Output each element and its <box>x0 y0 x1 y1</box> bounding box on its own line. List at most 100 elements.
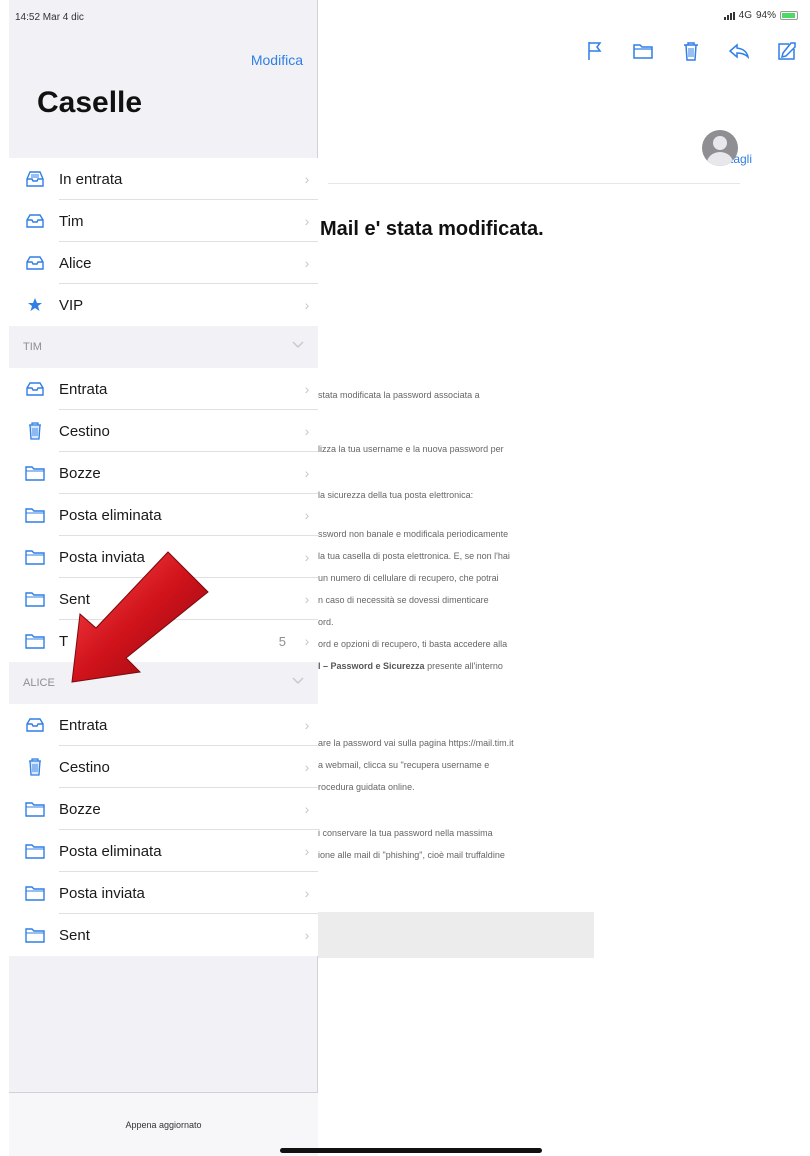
mail-body-line: un numero di cellulare di recupero, che … <box>318 567 594 589</box>
sidebar-item-label: Entrata <box>59 380 108 398</box>
mail-body-text: la sicurezza della tua posta elettronica… <box>318 490 474 500</box>
mail-body-line: are la password vai sulla pagina https:/… <box>318 732 594 754</box>
edit-button[interactable]: Modifica <box>251 52 303 68</box>
chevron-right-icon: › <box>304 507 310 523</box>
sidebar-item-label: Posta inviata <box>59 548 145 566</box>
chevron-right-icon: › <box>304 465 310 481</box>
home-indicator[interactable] <box>280 1148 542 1153</box>
mail-body-line: i conservare la tua password nella massi… <box>318 822 594 844</box>
sidebar-item-label: Entrata <box>59 716 108 734</box>
reply-icon[interactable] <box>728 40 750 62</box>
sidebar-item-label: Bozze <box>59 464 101 482</box>
mail-body-text: un numero di cellulare di recupero, che … <box>318 573 499 583</box>
folder-icon[interactable] <box>632 40 654 62</box>
trash-icon <box>9 422 59 440</box>
mail-body-text: presente all'interno <box>424 661 503 671</box>
mail-body-text: stata modificata la password associata a <box>318 390 480 400</box>
sidebar-item-vip[interactable]: VIP › <box>9 284 318 326</box>
mail-body-text: rocedura guidata online. <box>318 782 415 792</box>
mail-footer-box <box>318 912 594 958</box>
chevron-right-icon: › <box>304 759 310 775</box>
accounts-list: TIM Entrata › Cestino › Bozze › Posta eliminata… <box>9 326 318 956</box>
folder-icon <box>9 633 59 649</box>
sidebar-item-label: Alice <box>59 254 92 272</box>
mail-body-line: stata modificata la password associata a <box>318 384 594 406</box>
sidebar-item-label: Cestino <box>59 422 110 440</box>
mail-body-text: are la password vai sulla pagina https:/… <box>318 738 514 748</box>
sidebar-item-tim-posta-eliminata[interactable]: Posta eliminata › <box>9 494 318 536</box>
folder-icon <box>9 549 59 565</box>
mail-body-text: ione alle mail di "phishing", cioè mail … <box>318 850 505 860</box>
tray-icon <box>9 256 59 270</box>
chevron-right-icon: › <box>304 633 310 649</box>
sidebar-item-in-entrata[interactable]: In entrata › <box>9 158 318 200</box>
star-icon <box>9 298 59 312</box>
battery-icon <box>780 11 798 20</box>
status-bar-right: 4G 94% <box>723 10 798 21</box>
sidebar-item-tim-sent[interactable]: Sent › <box>9 578 318 620</box>
section-title: ALICE <box>23 677 55 689</box>
sidebar-item-tim-posta-inviata[interactable]: Posta inviata › <box>9 536 318 578</box>
sender-row <box>328 128 740 184</box>
sidebar-item-alice-posta-inviata[interactable]: Posta inviata › <box>9 872 318 914</box>
sidebar-item-label: Sent <box>59 926 90 944</box>
sidebar-item-tim-t[interactable]: T 5 › <box>9 620 318 662</box>
chevron-right-icon: › <box>304 171 310 187</box>
sidebar-item-alice[interactable]: Alice › <box>9 242 318 284</box>
page-title: Caselle <box>37 86 143 119</box>
mail-body-paragraph: la sicurezza della tua posta elettronica… <box>318 484 594 506</box>
sidebar-item-tim-entrata[interactable]: Entrata › <box>9 368 318 410</box>
mail-body-text: ord e opzioni di recupero, ti basta acce… <box>318 639 508 649</box>
sidebar-item-alice-cestino[interactable]: Cestino › <box>9 746 318 788</box>
sidebar-item-alice-bozze[interactable]: Bozze › <box>9 788 318 830</box>
folder-icon <box>9 507 59 523</box>
section-title: TIM <box>23 341 42 353</box>
mail-body-text: la tua casella di posta elettronica. E, … <box>318 551 510 561</box>
sidebar-item-alice-entrata[interactable]: Entrata › <box>9 704 318 746</box>
mail-body-paragraph: are la password vai sulla pagina https:/… <box>318 732 594 798</box>
mail-body-text: lizza la tua username e la nuova passwor… <box>318 444 504 454</box>
chevron-down-icon[interactable] <box>292 340 304 352</box>
mailboxes-sidebar: 14:52 Mar 4 dic Modifica Caselle In entr… <box>9 0 318 1156</box>
mail-body-paragraph: ssword non banale e modificala periodica… <box>318 523 594 677</box>
mail-body-paragraph: lizza la tua username e la nuova passwor… <box>318 438 594 460</box>
chevron-right-icon: › <box>304 255 310 271</box>
trash-icon[interactable] <box>680 40 702 62</box>
chevron-right-icon: › <box>304 423 310 439</box>
mail-body-line: ord e opzioni di recupero, ti basta acce… <box>318 633 594 655</box>
sidebar-item-tim[interactable]: Tim › <box>9 200 318 242</box>
compose-icon[interactable] <box>776 40 798 62</box>
mail-body-line: n caso di necessità se dovessi dimentica… <box>318 589 594 611</box>
folder-icon <box>9 801 59 817</box>
status-time: 14:52 Mar 4 dic <box>15 12 84 23</box>
sidebar-item-tim-bozze[interactable]: Bozze › <box>9 452 318 494</box>
mail-body-text: ssword non banale e modificala periodica… <box>318 529 509 539</box>
account-section-header[interactable]: TIM <box>9 326 318 368</box>
sidebar-item-label: Posta eliminata <box>59 842 162 860</box>
inbox-tray-icon <box>9 171 59 187</box>
trash-icon <box>9 758 59 776</box>
mail-body-line: lizza la tua username e la nuova passwor… <box>318 438 594 460</box>
mail-body-paragraph: stata modificata la password associata a <box>318 384 594 406</box>
sidebar-item-alice-posta-eliminata[interactable]: Posta eliminata › <box>9 830 318 872</box>
tray-icon <box>9 382 59 396</box>
sender-avatar[interactable] <box>702 130 738 166</box>
chevron-down-icon[interactable] <box>292 676 304 688</box>
chevron-right-icon: › <box>304 591 310 607</box>
update-status: Appena aggiornato <box>9 1092 318 1156</box>
mail-body-line: la tua casella di posta elettronica. E, … <box>318 545 594 567</box>
mail-body-line: a webmail, clicca su "recupera username … <box>318 754 594 776</box>
chevron-right-icon: › <box>304 885 310 901</box>
folder-icon <box>9 927 59 943</box>
mailbox-group: Entrata › Cestino › Bozze › Posta eliminata › Po… <box>9 704 318 956</box>
tray-icon <box>9 718 59 732</box>
account-section-header[interactable]: ALICE <box>9 662 318 704</box>
mailbox-group: Entrata › Cestino › Bozze › Posta eliminata › Po… <box>9 368 318 662</box>
flag-icon[interactable] <box>584 40 606 62</box>
mail-body-text: ord. <box>318 617 334 627</box>
sidebar-item-tim-cestino[interactable]: Cestino › <box>9 410 318 452</box>
folder-icon <box>9 885 59 901</box>
chevron-right-icon: › <box>304 843 310 859</box>
sidebar-item-alice-sent[interactable]: Sent › <box>9 914 318 956</box>
sidebar-item-label: VIP <box>59 296 84 314</box>
